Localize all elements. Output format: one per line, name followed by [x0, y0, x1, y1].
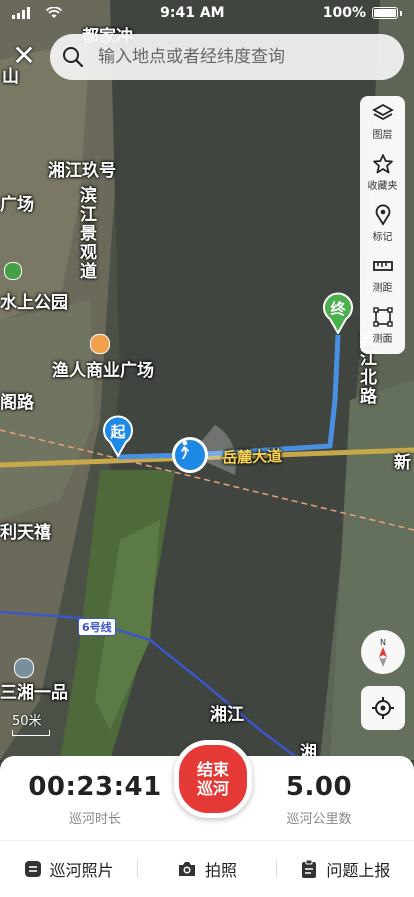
map-label: 湘江	[210, 705, 244, 725]
metro-line-label: 6号线	[78, 618, 116, 636]
report-icon	[302, 859, 317, 878]
photo-list-icon	[24, 861, 41, 877]
map-label: 阁路	[0, 393, 34, 413]
duration-stat: 00:23:41 巡河时长	[20, 772, 170, 827]
start-marker[interactable]: 起	[102, 415, 134, 457]
patrol-photos-button[interactable]: 巡河照片	[0, 857, 137, 881]
map-label: 湘江玖号	[48, 161, 116, 181]
report-issue-button[interactable]: 问题上报	[277, 857, 414, 881]
star-icon	[372, 154, 393, 174]
map-label: 三湘一品	[0, 683, 68, 703]
search-input[interactable]	[96, 46, 370, 68]
map-tools-panel: 图层 收藏夹 标记 测距 测面	[360, 96, 405, 354]
tool-measure-area[interactable]: 测面	[360, 300, 405, 351]
map-view[interactable]: 都家冲 山 湘江玖号 广场 滨江景观道 水上公园 渔人商业广场 阁路 利天禧 三…	[0, 0, 414, 760]
area-measure-icon	[372, 307, 393, 327]
camera-icon	[178, 862, 195, 876]
shopping-poi-icon	[90, 334, 110, 354]
duration-label: 巡河时长	[68, 812, 121, 827]
signal-icon	[12, 7, 30, 19]
building-poi-icon	[14, 658, 34, 678]
distance-value: 5.00	[285, 772, 353, 802]
map-label: 广场	[0, 195, 34, 215]
svg-text:N: N	[380, 638, 386, 647]
close-button[interactable]: ✕	[8, 40, 40, 72]
road-label: 岳麓大道	[221, 446, 283, 468]
wifi-icon	[46, 7, 62, 18]
search-bar[interactable]	[50, 34, 404, 80]
location-pin-icon	[375, 204, 390, 226]
end-patrol-button[interactable]: 结束 巡河	[174, 740, 252, 818]
end-marker[interactable]: 终	[322, 292, 354, 334]
battery-icon	[371, 7, 398, 19]
map-label: 渔人商业广场	[52, 361, 154, 381]
tool-favorites[interactable]: 收藏夹	[360, 147, 405, 198]
tool-layers[interactable]: 图层	[360, 96, 405, 147]
map-label: 新	[394, 453, 411, 473]
distance-stat: 5.00 巡河公里数	[244, 772, 394, 827]
battery-percent: 100%	[322, 5, 366, 21]
map-label: 利天禧	[0, 523, 51, 543]
duration-value: 00:23:41	[28, 772, 162, 802]
crosshair-icon	[372, 697, 394, 719]
compass-icon: N	[379, 638, 387, 667]
locate-me-button[interactable]	[361, 686, 405, 730]
ruler-icon	[372, 261, 393, 271]
compass-button[interactable]: N	[361, 630, 405, 674]
current-location-walker-icon	[172, 437, 208, 473]
park-poi-icon	[4, 262, 22, 280]
layers-icon	[371, 103, 394, 121]
search-icon	[63, 47, 84, 68]
status-time: 9:41 AM	[160, 5, 225, 21]
map-label: 滨江景观道	[76, 186, 96, 281]
status-bar: 9:41 AM 100%	[0, 0, 414, 26]
bottom-action-bar: 巡河照片 拍照 问题上报	[0, 840, 414, 897]
map-label: 水上公园	[0, 293, 68, 313]
distance-label: 巡河公里数	[286, 812, 352, 827]
tool-measure-distance[interactable]: 测距	[360, 249, 405, 300]
take-photo-button[interactable]: 拍照	[138, 857, 275, 881]
map-scale: 50米	[12, 710, 50, 736]
tool-mark[interactable]: 标记	[360, 198, 405, 249]
